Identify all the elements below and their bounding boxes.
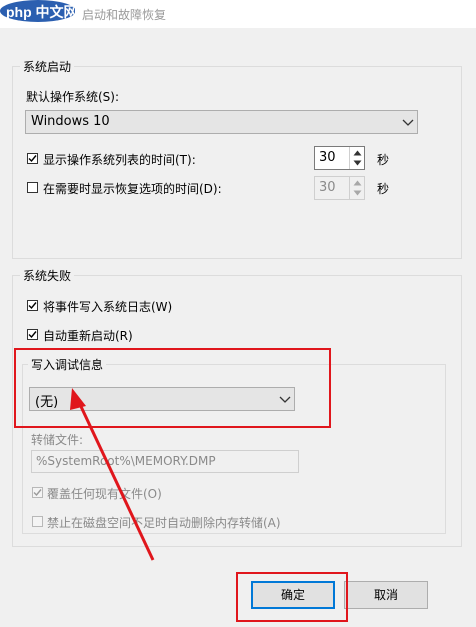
annotation-arrow — [70, 388, 155, 561]
